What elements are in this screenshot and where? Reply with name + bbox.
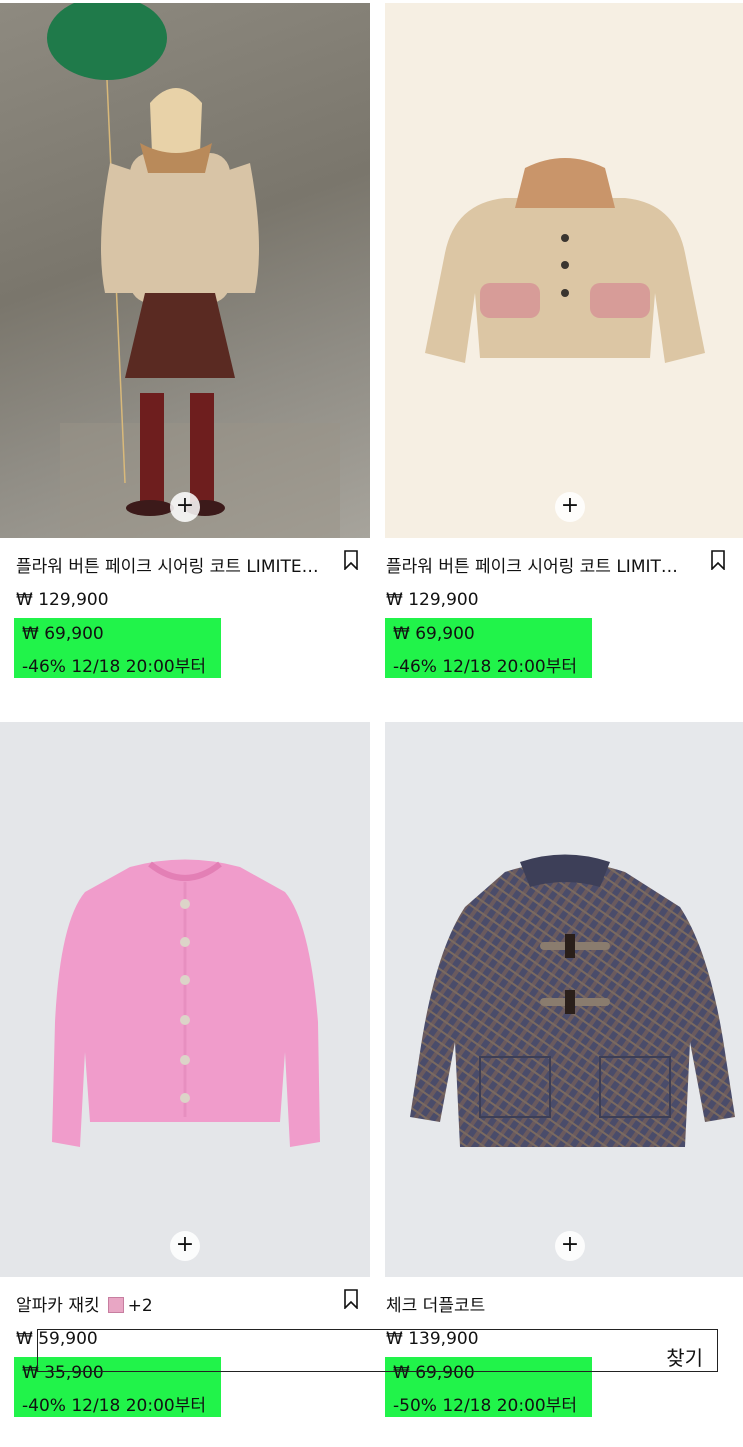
product-image[interactable]: +	[385, 3, 743, 538]
search-bar[interactable]: 찾기	[37, 1329, 718, 1372]
product-card[interactable]: + 플라워 버튼 페이크 시어링 코트 LIMITED EDITION ₩ 12…	[0, 3, 370, 708]
add-to-cart-button[interactable]: +	[555, 492, 585, 522]
more-colors-count[interactable]: +2	[128, 1296, 153, 1316]
plus-icon: +	[175, 1232, 195, 1257]
sale-badge: ₩ 69,900 -46% 12/18 20:00부터	[14, 618, 221, 678]
product-photo-kid-shearling-coat	[47, 3, 340, 538]
discount-info: -46% 12/18 20:00부터	[22, 657, 206, 677]
product-photo-check-duffle-coat	[410, 854, 735, 1147]
search-button[interactable]: 찾기	[666, 1342, 703, 1371]
product-photo-shearling-coat	[425, 158, 705, 363]
plus-icon: +	[175, 493, 195, 518]
product-image[interactable]: +	[385, 722, 743, 1277]
add-to-cart-button[interactable]: +	[170, 1231, 200, 1261]
original-price: ₩ 129,900	[386, 590, 479, 610]
product-name[interactable]: 플라워 버튼 페이크 시어링 코트 LIMITED EDITION	[386, 552, 678, 577]
sale-price: ₩ 69,900	[22, 624, 104, 644]
bookmark-icon[interactable]	[711, 550, 725, 570]
product-name[interactable]: 알파카 재킷 +2	[16, 1291, 326, 1316]
product-image[interactable]: +	[0, 722, 370, 1277]
add-to-cart-button[interactable]: +	[555, 1231, 585, 1261]
sale-price: ₩ 69,900	[393, 624, 475, 644]
product-meta: 플라워 버튼 페이크 시어링 코트 LIMITED EDITION ₩ 129,…	[385, 538, 743, 708]
original-price: ₩ 129,900	[16, 590, 109, 610]
plus-icon: +	[560, 1232, 580, 1257]
product-photo-pink-cardigan	[52, 859, 320, 1147]
color-swatch-pink[interactable]	[107, 1297, 124, 1313]
product-image[interactable]: +	[0, 3, 370, 538]
bookmark-icon[interactable]	[344, 1289, 358, 1309]
add-to-cart-button[interactable]: +	[170, 492, 200, 522]
discount-info: -40% 12/18 20:00부터	[22, 1396, 206, 1416]
bookmark-icon[interactable]	[344, 550, 358, 570]
product-name[interactable]: 플라워 버튼 페이크 시어링 코트 LIMITED EDITION	[16, 552, 326, 577]
sale-badge: ₩ 69,900 -46% 12/18 20:00부터	[385, 618, 592, 678]
discount-info: -50% 12/18 20:00부터	[393, 1396, 577, 1416]
product-meta: 플라워 버튼 페이크 시어링 코트 LIMITED EDITION ₩ 129,…	[0, 538, 370, 708]
plus-icon: +	[560, 493, 580, 518]
product-name-text: 알파카 재킷	[16, 1296, 100, 1316]
discount-info: -46% 12/18 20:00부터	[393, 657, 577, 677]
product-name[interactable]: 체크 더플코트	[386, 1291, 696, 1316]
product-card[interactable]: + 플라워 버튼 페이크 시어링 코트 LIMITED EDITION ₩ 12…	[385, 3, 743, 708]
